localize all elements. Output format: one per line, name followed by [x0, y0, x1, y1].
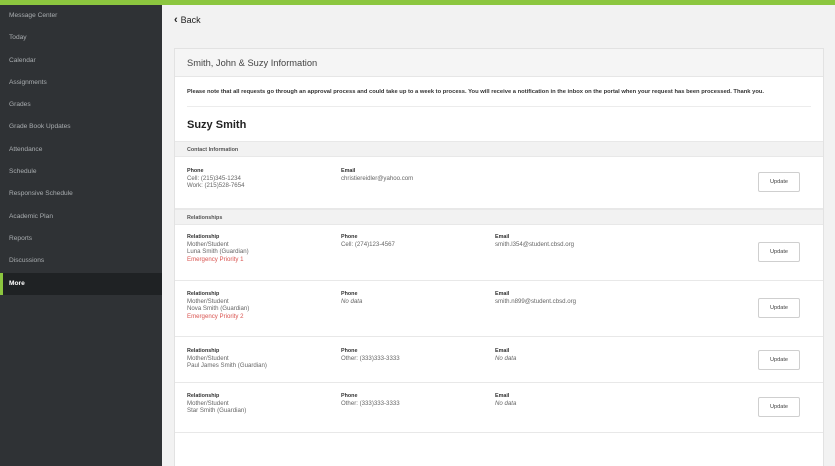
- email-label: Email: [495, 290, 510, 297]
- relationship-label: Relationship: [187, 347, 220, 354]
- relationship-type: Mother/Student: [187, 298, 229, 305]
- relationship-label: Relationship: [187, 392, 220, 399]
- email-label: Email: [495, 392, 510, 399]
- phone-label: Phone: [341, 392, 358, 399]
- relationship-info: Relationship Mother/Student Luna Smith (…: [187, 234, 249, 264]
- emergency-priority: Emergency Priority 1: [187, 255, 244, 263]
- approval-notice: Please note that all requests go through…: [187, 89, 765, 95]
- update-relationship-button[interactable]: Update: [758, 396, 800, 417]
- contact-phone: Phone Cell: (215)345-1234 Work: (215)528…: [187, 168, 244, 190]
- back-link[interactable]: ‹ Back: [174, 13, 201, 26]
- email-value: christiereidler@yahoo.com: [341, 175, 414, 182]
- relationship-name: Luna Smith (Guardian): [187, 248, 249, 256]
- relationship-email: Email smith.l354@student.cbsd.org: [495, 234, 574, 249]
- emergency-priority: Emergency Priority 2: [187, 312, 244, 320]
- relationship-label: Relationship: [187, 233, 220, 240]
- relationships-header: Relationships: [175, 208, 823, 225]
- sidebar-item-assignments[interactable]: Assignments: [0, 72, 162, 94]
- sidebar-item-discussions[interactable]: Discussions: [0, 250, 162, 272]
- email-label: Email: [495, 233, 510, 240]
- sidebar-item-today[interactable]: Today: [0, 27, 162, 49]
- sidebar: Message Center Today Calendar Assignment…: [0, 5, 162, 466]
- person-name: Suzy Smith: [187, 118, 247, 131]
- relationship-name: Paul James Smith (Guardian): [187, 362, 267, 370]
- relationship-phone: Phone No data: [341, 291, 362, 306]
- relationship-name: Nova Smith (Guardian): [187, 305, 250, 313]
- sidebar-item-calendar[interactable]: Calendar: [0, 50, 162, 72]
- relationship-phone: Phone Other: (333)333-3333: [341, 393, 400, 408]
- phone-value: Other: (333)333-3333: [341, 355, 400, 362]
- relationship-row: Relationship Mother/Student Luna Smith (…: [175, 225, 823, 281]
- relationship-email: Email No data: [495, 348, 516, 363]
- sidebar-item-more[interactable]: More: [0, 272, 162, 295]
- contact-info-header: Contact Information: [175, 140, 823, 157]
- email-label: Email: [341, 167, 356, 174]
- relationship-type: Mother/Student: [187, 400, 229, 407]
- relationship-email: Email No data: [495, 393, 516, 408]
- relationship-name: Star Smith (Guardian): [187, 407, 247, 415]
- sidebar-item-reports[interactable]: Reports: [0, 228, 162, 250]
- update-relationship-button[interactable]: Update: [758, 349, 800, 370]
- phone-label: Phone: [341, 290, 358, 297]
- update-relationship-button[interactable]: Update: [758, 241, 800, 262]
- email-value: No data: [495, 400, 517, 407]
- chevron-left-icon: ‹: [174, 13, 178, 26]
- update-relationship-button[interactable]: Update: [758, 297, 800, 318]
- relationship-info: Relationship Mother/Student Paul James S…: [187, 348, 267, 370]
- email-value: smith.l354@student.cbsd.org: [495, 241, 575, 248]
- relationship-info: Relationship Mother/Student Nova Smith (…: [187, 291, 249, 321]
- relationship-phone: Phone Other: (333)333-3333: [341, 348, 400, 363]
- contact-email: Email christiereidler@yahoo.com: [341, 168, 413, 183]
- relationship-email: Email smith.n899@student.cbsd.org: [495, 291, 576, 306]
- relationship-row: Relationship Mother/Student Star Smith (…: [175, 383, 823, 433]
- relationship-type: Mother/Student: [187, 355, 229, 362]
- sidebar-item-grade-book-updates[interactable]: Grade Book Updates: [0, 116, 162, 138]
- main-content: ‹ Back Smith, John & Suzy Information Pl…: [162, 5, 835, 466]
- back-label: Back: [180, 15, 201, 25]
- sidebar-item-grades[interactable]: Grades: [0, 94, 162, 116]
- email-label: Email: [495, 347, 510, 354]
- sidebar-item-academic-plan[interactable]: Academic Plan: [0, 206, 162, 228]
- phone-work: Work: (215)528-7654: [187, 182, 245, 190]
- phone-value: No data: [341, 298, 363, 305]
- sidebar-item-attendance[interactable]: Attendance: [0, 139, 162, 161]
- sidebar-item-message-center[interactable]: Message Center: [0, 5, 162, 27]
- email-value: smith.n899@student.cbsd.org: [495, 298, 577, 305]
- relationship-phone: Phone Cell: (274)123-4567: [341, 234, 395, 249]
- update-contact-button[interactable]: Update: [758, 171, 800, 192]
- relationship-info: Relationship Mother/Student Star Smith (…: [187, 393, 246, 415]
- phone-value: Other: (333)333-3333: [341, 400, 400, 407]
- card-title: Smith, John & Suzy Information: [175, 49, 823, 77]
- phone-label: Phone: [341, 233, 358, 240]
- relationship-row: Relationship Mother/Student Nova Smith (…: [175, 281, 823, 337]
- phone-cell: Cell: (215)345-1234: [187, 175, 241, 182]
- sidebar-item-responsive-schedule[interactable]: Responsive Schedule: [0, 183, 162, 205]
- email-value: No data: [495, 355, 517, 362]
- info-card: Smith, John & Suzy Information Please no…: [174, 48, 824, 466]
- relationship-type: Mother/Student: [187, 241, 229, 248]
- contact-row: Phone Cell: (215)345-1234 Work: (215)528…: [175, 157, 823, 209]
- relationship-row: Relationship Mother/Student Paul James S…: [175, 337, 823, 383]
- sidebar-item-schedule[interactable]: Schedule: [0, 161, 162, 183]
- phone-label: Phone: [341, 347, 358, 354]
- phone-value: Cell: (274)123-4567: [341, 241, 395, 248]
- phone-label: Phone: [187, 167, 204, 174]
- relationship-label: Relationship: [187, 290, 220, 297]
